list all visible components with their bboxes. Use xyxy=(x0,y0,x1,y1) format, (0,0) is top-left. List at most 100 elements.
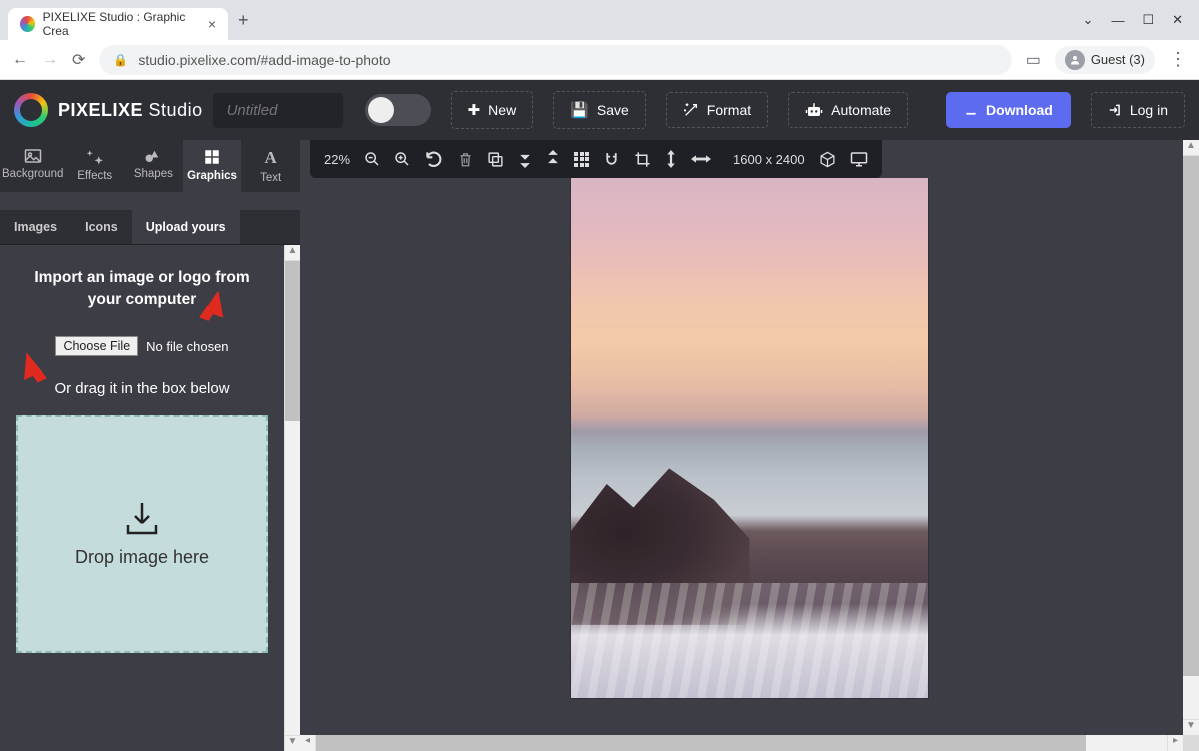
image-icon xyxy=(24,148,42,164)
address-bar[interactable]: 🔒 studio.pixelixe.com/#add-image-to-phot… xyxy=(99,45,1011,75)
tab-background[interactable]: Background xyxy=(0,140,65,192)
save-button-label: Save xyxy=(597,102,629,118)
project-title-input[interactable] xyxy=(213,93,343,128)
tab-effects-label: Effects xyxy=(77,170,112,182)
reload-icon[interactable]: ⟳ xyxy=(72,50,85,70)
graphics-icon xyxy=(203,148,221,166)
back-icon[interactable]: ← xyxy=(12,51,28,69)
login-icon xyxy=(1108,103,1122,117)
zoom-in-icon[interactable] xyxy=(394,151,410,167)
floppy-icon: 💾 xyxy=(570,101,589,119)
canvas-area: 22% 1600 x 2400 ▲ xyxy=(300,140,1199,751)
close-tab-icon[interactable]: × xyxy=(208,16,216,32)
new-tab-button[interactable]: + xyxy=(238,10,249,31)
zoom-percent[interactable]: 22% xyxy=(324,152,350,167)
browser-tab[interactable]: PIXELIXE Studio : Graphic Crea × xyxy=(8,8,228,40)
zoom-out-icon[interactable] xyxy=(364,151,380,167)
logo-icon xyxy=(14,93,48,127)
browser-tab-strip: PIXELIXE Studio : Graphic Crea × + ⌄ ― ☐… xyxy=(0,0,1199,40)
drop-zone[interactable]: Drop image here xyxy=(16,415,268,653)
maximize-icon[interactable]: ☐ xyxy=(1142,12,1154,28)
tab-title: PIXELIXE Studio : Graphic Crea xyxy=(43,10,200,38)
send-backward-icon[interactable] xyxy=(518,150,532,168)
grid-toggle-icon[interactable] xyxy=(574,152,589,167)
tab-graphics[interactable]: Graphics xyxy=(183,140,242,192)
favicon-icon xyxy=(20,16,35,32)
url-text: studio.pixelixe.com/#add-image-to-photo xyxy=(138,52,390,68)
upload-panel-body: Import an image or logo from your comput… xyxy=(0,245,284,751)
left-sidebar: Background Effects Shapes xyxy=(0,140,300,751)
panel-icon[interactable]: ▭ xyxy=(1026,50,1041,70)
tab-background-label: Background xyxy=(2,168,63,180)
copy-icon[interactable] xyxy=(487,151,504,168)
tab-text[interactable]: A Text xyxy=(241,140,300,192)
lock-icon: 🔒 xyxy=(113,53,128,67)
login-button[interactable]: Log in xyxy=(1091,92,1185,128)
shapes-icon xyxy=(144,148,162,164)
tab-effects[interactable]: Effects xyxy=(65,140,124,192)
format-button-label: Format xyxy=(707,102,751,118)
new-button-label: New xyxy=(488,102,516,118)
graphics-panel: Images Icons Upload yours Import an imag… xyxy=(0,192,300,751)
drop-zone-label: Drop image here xyxy=(75,547,209,568)
robot-icon xyxy=(805,102,823,118)
minimize-icon[interactable]: ― xyxy=(1111,13,1124,28)
sparkle-icon xyxy=(86,148,104,166)
save-button[interactable]: 💾 Save xyxy=(553,91,646,129)
no-file-label: No file chosen xyxy=(146,339,228,354)
kebab-menu-icon[interactable]: ⋮ xyxy=(1169,49,1187,70)
crop-icon[interactable] xyxy=(634,151,651,168)
tab-shapes-label: Shapes xyxy=(134,168,173,180)
window-controls: ⌄ ― ☐ ✕ xyxy=(1083,12,1191,28)
sidebar-scrollbar[interactable]: ▲ ▼ xyxy=(284,245,300,751)
new-button[interactable]: ✚ New xyxy=(451,91,534,129)
subtab-upload[interactable]: Upload yours xyxy=(132,210,240,244)
theme-toggle[interactable] xyxy=(365,94,431,126)
avatar-icon xyxy=(1065,50,1085,70)
resize-horizontal-icon[interactable] xyxy=(691,153,711,165)
plus-icon: ✚ xyxy=(468,101,481,119)
text-icon: A xyxy=(265,148,277,168)
canvas-viewport[interactable] xyxy=(300,178,1199,751)
guest-label: Guest (3) xyxy=(1091,52,1145,67)
logo-text: PIXELIXE Studio xyxy=(58,100,203,121)
graphics-subtabs: Images Icons Upload yours xyxy=(0,210,300,245)
automate-button[interactable]: Automate xyxy=(788,92,908,128)
download-into-icon xyxy=(122,501,162,537)
desktop-icon[interactable] xyxy=(850,151,868,167)
profile-button[interactable]: Guest (3) xyxy=(1055,46,1155,74)
chevron-down-icon[interactable]: ⌄ xyxy=(1083,12,1094,28)
tab-graphics-label: Graphics xyxy=(187,170,237,182)
canvas-image[interactable] xyxy=(571,178,928,698)
download-icon xyxy=(964,103,978,117)
format-button[interactable]: Format xyxy=(666,92,768,128)
canvas-toolbar: 22% 1600 x 2400 xyxy=(310,140,882,178)
forward-icon[interactable]: → xyxy=(42,51,58,69)
subtab-images[interactable]: Images xyxy=(0,210,71,244)
tab-shapes[interactable]: Shapes xyxy=(124,140,183,192)
import-heading: Import an image or logo from your comput… xyxy=(16,267,268,310)
bring-forward-icon[interactable] xyxy=(546,150,560,168)
resize-vertical-icon[interactable] xyxy=(665,150,677,168)
canvas-horizontal-scrollbar[interactable]: ◂ ▸ xyxy=(300,735,1183,751)
choose-file-button[interactable]: Choose File xyxy=(55,336,138,356)
browser-nav-bar: ← → ⟳ 🔒 studio.pixelixe.com/#add-image-t… xyxy=(0,40,1199,80)
tab-text-label: Text xyxy=(260,172,281,184)
undo-icon[interactable] xyxy=(424,149,444,169)
or-drag-label: Or drag it in the box below xyxy=(16,380,268,397)
canvas-vertical-scrollbar[interactable]: ▲ ▼ xyxy=(1183,140,1199,735)
subtab-icons[interactable]: Icons xyxy=(71,210,132,244)
app-body: Background Effects Shapes xyxy=(0,140,1199,751)
login-button-label: Log in xyxy=(1130,102,1168,118)
magnet-icon[interactable] xyxy=(603,151,620,168)
download-button-label: Download xyxy=(986,102,1053,118)
cube-icon[interactable] xyxy=(819,151,836,168)
canvas-dimensions: 1600 x 2400 xyxy=(733,152,805,167)
download-button[interactable]: Download xyxy=(946,92,1071,128)
sidebar-category-tabs: Background Effects Shapes xyxy=(0,140,300,192)
file-input-row: Choose File No file chosen xyxy=(16,336,268,356)
automate-button-label: Automate xyxy=(831,102,891,118)
app-root: PIXELIXE Studio ✚ New 💾 Save Format Auto… xyxy=(0,80,1199,751)
close-window-icon[interactable]: ✕ xyxy=(1172,12,1183,28)
trash-icon[interactable] xyxy=(458,151,473,168)
